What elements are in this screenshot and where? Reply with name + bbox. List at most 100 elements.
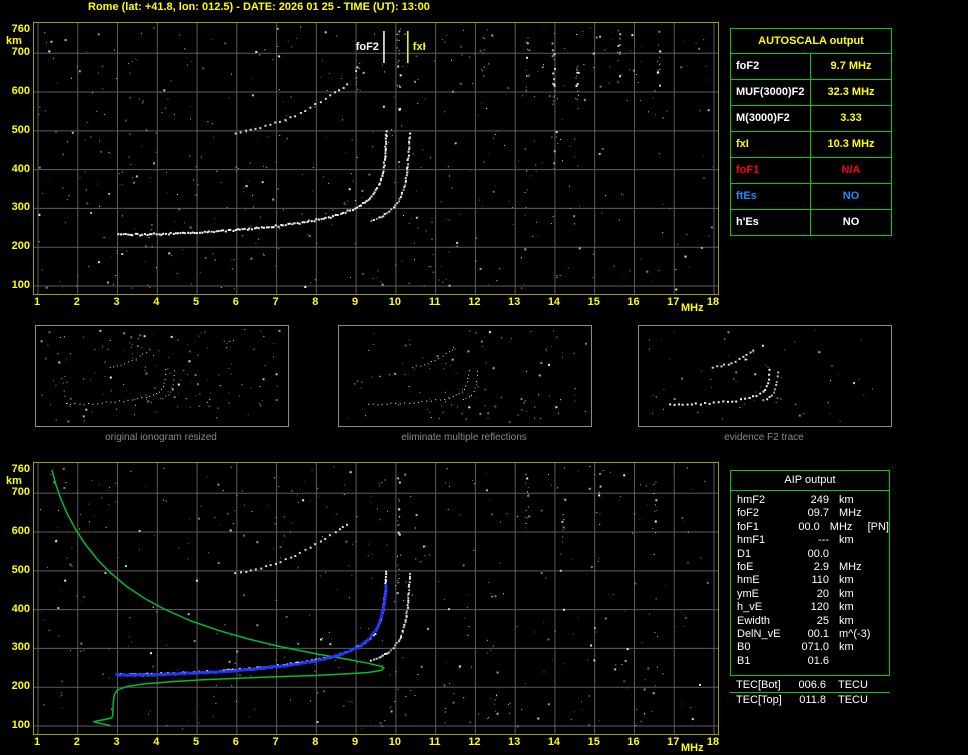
- aip-row-value: 09.7: [807, 507, 829, 520]
- x-tick-label: 1: [33, 296, 41, 308]
- aip-row: Ewidth 25 km: [737, 615, 889, 628]
- x-tick-label: 10: [388, 736, 401, 748]
- aip-row: D1 00.0: [737, 548, 889, 561]
- x-tick-label: 15: [587, 296, 600, 308]
- aip-row-unit: [839, 548, 881, 561]
- marker-label-foF2: foF2: [356, 41, 379, 53]
- x-tick-label: 18: [706, 736, 720, 748]
- tec-bottom-label: TEC[Bot]: [736, 679, 781, 691]
- aip-row-value: ---: [818, 534, 829, 547]
- aip-row-unit: km: [839, 534, 854, 547]
- x-tick-label: 2: [73, 296, 80, 308]
- tec-separator: [730, 692, 890, 693]
- autoscala-row-label: foF1: [731, 158, 811, 183]
- autoscala-row: M(3000)F2 3.33: [731, 106, 891, 132]
- bottom-profile-plot: [33, 462, 719, 735]
- autoscala-row-label: foF2: [731, 54, 811, 79]
- autoscala-row-value: NO: [842, 190, 860, 202]
- y-tick-label: 100: [11, 719, 30, 731]
- y-tick-label: 700: [11, 46, 30, 59]
- y-tick-label: 200: [11, 680, 30, 693]
- aip-row-unit: MHz: [829, 520, 853, 533]
- aip-row-value: 01.6: [807, 654, 829, 667]
- tec-top-value: 011.8: [799, 694, 826, 706]
- aip-row-value: 20: [816, 587, 829, 600]
- aip-row-name: B0: [737, 641, 751, 654]
- autoscala-row: ftEs NO: [731, 184, 891, 210]
- y-tick-label: 200: [11, 240, 30, 253]
- aip-row: ymE 20 km: [737, 588, 889, 601]
- autoscala-row-value: 9.7 MHz: [830, 60, 872, 72]
- x-tick-label: 5: [192, 736, 200, 748]
- tec-top-unit: TECU: [838, 694, 868, 706]
- x-tick-label: 17: [667, 736, 680, 748]
- aip-row-value: 00.0: [798, 520, 820, 533]
- aip-row-unit: [839, 655, 881, 668]
- autoscala-row-label: MUF(3000)F2: [731, 80, 811, 105]
- autoscala-row-value: 3.33: [840, 112, 862, 124]
- panel-original-ionogram: [35, 325, 289, 427]
- x-tick-label: 10: [388, 296, 401, 308]
- x-axis-unit-bottom: MHz: [681, 742, 704, 754]
- x-tick-label: 8: [312, 736, 319, 748]
- x-tick-label: 13: [508, 296, 521, 308]
- y-tick-label: 700: [11, 486, 30, 499]
- tec-bottom-unit: TECU: [838, 679, 868, 691]
- autoscala-row-value: NO: [842, 216, 860, 228]
- x-tick-label: 4: [153, 736, 160, 748]
- x-tick-label: 14: [547, 296, 561, 308]
- x-tick-label: 15: [587, 736, 600, 748]
- aip-row-unit: m^(-3): [839, 627, 871, 640]
- y-tick-label: 300: [11, 641, 30, 654]
- aip-table-title: AIP output: [731, 471, 889, 491]
- aip-row-value: 2.9: [813, 560, 829, 573]
- aip-row: foE 2.9 MHz: [737, 561, 889, 574]
- aip-row-name: hmF2: [737, 494, 766, 506]
- x-tick-label: 9: [352, 296, 359, 308]
- x-tick-label: 9: [352, 736, 359, 748]
- y-tick-label: 100: [11, 279, 30, 291]
- aip-row-unit: MHz: [839, 560, 862, 573]
- aip-row: hmE 110 km: [737, 574, 889, 587]
- y-tick-label: 600: [11, 85, 30, 98]
- aip-row-name: h_vE: [737, 601, 763, 614]
- aip-row-name: Ewidth: [737, 614, 771, 627]
- aip-row: foF2 09.7 MHz: [737, 507, 889, 520]
- autoscala-table-rows: foF2 9.7 MHz MUF(3000)F2 32.3 MHz M(3000)F2 3…: [731, 54, 891, 235]
- x-tick-label: 7: [272, 736, 279, 748]
- autoscala-row-label: fxI: [731, 132, 811, 157]
- aip-row-unit: km: [839, 641, 854, 654]
- autoscala-row-value: 10.3 MHz: [827, 138, 875, 150]
- panel-evidence-f2-trace: [638, 325, 892, 427]
- x-tick-label: 2: [73, 736, 80, 748]
- aip-row: h_vE 120 km: [737, 601, 889, 614]
- x-tick-label: 8: [312, 296, 319, 308]
- autoscala-row-label: h'Es: [731, 210, 811, 235]
- autoscala-table-title: AUTOSCALA output: [731, 29, 891, 54]
- tec-top-row: TEC[Top] 011.8 TECU: [730, 694, 890, 706]
- autoscala-row-value: 32.3 MHz: [827, 86, 875, 98]
- x-tick-label: 3: [113, 736, 120, 748]
- aip-row-value: 00.1: [807, 627, 829, 640]
- x-tick-label: 7: [272, 296, 279, 308]
- marker-label-fxI: fxI: [413, 41, 426, 53]
- aip-row-name: foF1: [737, 520, 760, 533]
- autoscala-row: MUF(3000)F2 32.3 MHz: [731, 80, 891, 106]
- x-tick-label: 12: [468, 296, 481, 308]
- tec-top-label: TEC[Top]: [736, 694, 782, 706]
- autoscala-window: Rome (lat: +41.8, lon: 012.5) - DATE: 20…: [0, 0, 968, 755]
- y-tick-label: 400: [11, 602, 30, 615]
- x-tick-label: 6: [232, 736, 239, 748]
- aip-row: foF1 00.0 MHz [PN]: [737, 521, 889, 534]
- aip-row-value: 00.0: [807, 547, 829, 560]
- x-axis-unit-top: MHz: [681, 302, 704, 314]
- aip-row-unit: km: [839, 601, 854, 614]
- aip-row-extra: [PN]: [867, 520, 889, 533]
- aip-row: DelN_vE 00.1 m^(-3): [737, 628, 889, 641]
- y-tick-label: 300: [11, 201, 30, 214]
- y-axis-unit-top: km: [6, 35, 22, 47]
- aip-row-unit: km: [839, 494, 854, 506]
- aip-row: B1 01.6: [737, 655, 889, 668]
- x-tick-label: 6: [232, 296, 239, 308]
- x-tick-label: 16: [627, 736, 640, 748]
